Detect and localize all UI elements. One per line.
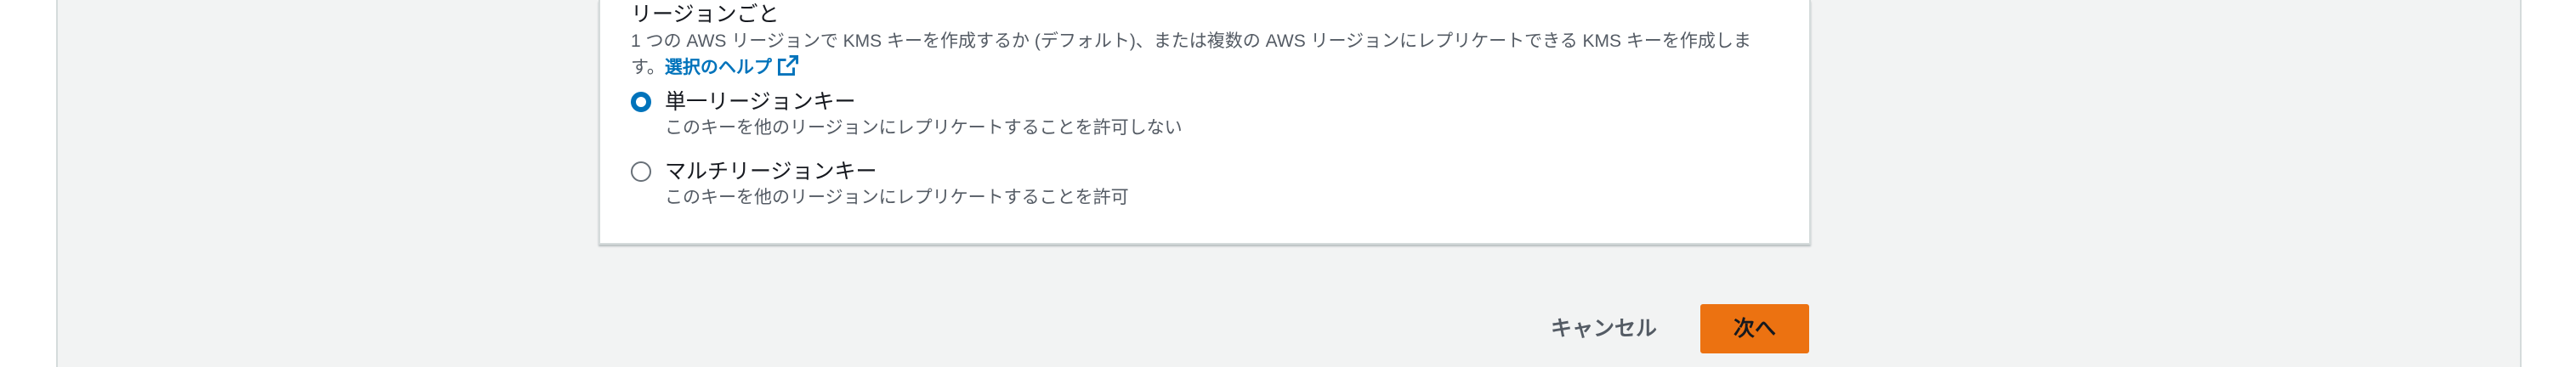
radio-description-multi-region: このキーを他のリージョンにレプリケートすることを許可 xyxy=(665,188,1129,207)
radio-description-single-region: このキーを他のリージョンにレプリケートすることを許可しない xyxy=(665,118,1183,138)
radio-option-multi-region[interactable]: マルチリージョンキー このキーを他のリージョンにレプリケートすることを許可 xyxy=(631,158,1129,211)
external-link-icon xyxy=(777,54,798,76)
next-button[interactable]: 次へ xyxy=(1700,304,1809,353)
radio-option-text: 単一リージョンキー このキーを他のリージョンにレプリケートすることを許可しない xyxy=(665,88,1183,141)
region-section-description: 1 つの AWS リージョンで KMS キーを作成するか (デフォルト)、または… xyxy=(631,29,1779,81)
help-link-label: 選択のヘルプ xyxy=(664,58,772,77)
key-config-panel: リージョンごと 1 つの AWS リージョンで KMS キーを作成するか (デフ… xyxy=(599,0,1811,245)
help-link[interactable]: 選択のヘルプ xyxy=(664,54,799,77)
radio-button-multi-region[interactable] xyxy=(631,161,651,182)
cancel-button[interactable]: キャンセル xyxy=(1534,304,1674,353)
main-content-area: リージョンごと 1 つの AWS リージョンで KMS キーを作成するか (デフ… xyxy=(56,0,2522,367)
radio-label-multi-region: マルチリージョンキー xyxy=(665,160,877,184)
radio-label-single-region: 単一リージョンキー xyxy=(665,90,856,114)
region-section-title: リージョンごと xyxy=(631,3,780,26)
radio-option-text: マルチリージョンキー このキーを他のリージョンにレプリケートすることを許可 xyxy=(665,158,1129,211)
radio-option-single-region[interactable]: 単一リージョンキー このキーを他のリージョンにレプリケートすることを許可しない xyxy=(631,88,1183,141)
radio-button-single-region[interactable] xyxy=(631,92,651,112)
